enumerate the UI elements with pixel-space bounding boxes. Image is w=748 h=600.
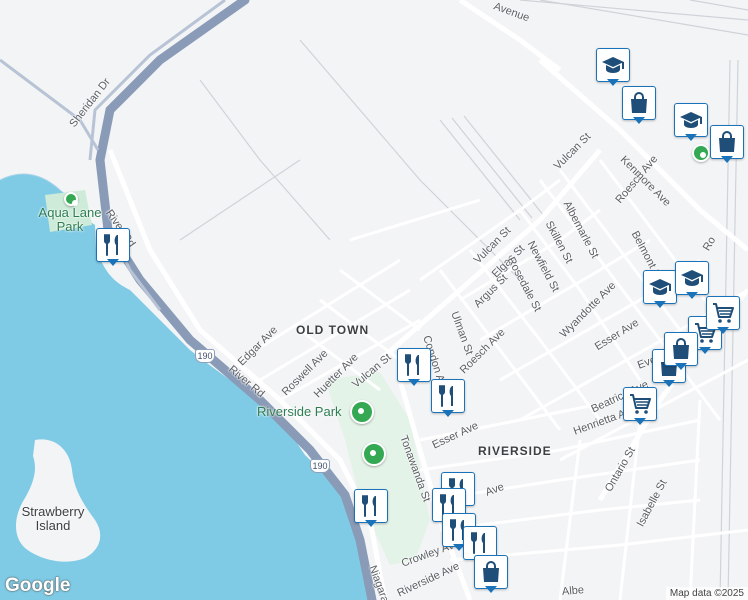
street-label: Albe — [561, 584, 585, 598]
park-icon[interactable] — [362, 442, 386, 466]
shopping-pin[interactable] — [474, 555, 508, 595]
restaurant-icon — [397, 348, 431, 382]
restaurant-icon — [354, 489, 388, 523]
shopping-bag-icon — [710, 125, 744, 159]
school-pin[interactable] — [675, 261, 709, 301]
shopping-pin[interactable] — [710, 125, 744, 165]
shopping-pin[interactable] — [664, 332, 698, 372]
park-icon[interactable] — [350, 400, 374, 424]
school-icon — [674, 103, 708, 137]
shopping-bag-icon — [664, 332, 698, 366]
place-icon[interactable] — [692, 144, 710, 162]
restaurant-icon — [431, 379, 465, 413]
grocery-pin[interactable] — [706, 296, 740, 336]
i190-shield: 190 — [195, 349, 215, 363]
restaurant-pin[interactable] — [96, 228, 130, 268]
restaurant-pin[interactable] — [397, 348, 431, 388]
neighborhood-label: RIVERSIDE — [478, 444, 552, 458]
school-pin[interactable] — [596, 48, 630, 88]
shopping-bag-icon — [474, 555, 508, 589]
island-label: Strawberry Island — [21, 504, 85, 533]
school-pin[interactable] — [643, 270, 677, 310]
school-icon — [675, 261, 709, 295]
shopping-bag-icon — [622, 86, 656, 120]
shopping-cart-icon — [706, 296, 740, 330]
i190-shield: 190 — [310, 459, 330, 473]
shopping-cart-icon — [623, 387, 657, 421]
restaurant-pin[interactable] — [354, 489, 388, 529]
park-label: Aqua Lane Park — [38, 205, 102, 234]
school-pin[interactable] — [674, 103, 708, 143]
shopping-pin[interactable] — [622, 86, 656, 126]
school-icon — [596, 48, 630, 82]
park-icon[interactable] — [64, 192, 78, 206]
neighborhood-label: OLD TOWN — [296, 323, 370, 337]
map-attribution: Map data ©2025 — [665, 587, 748, 600]
school-icon — [643, 270, 677, 304]
google-logo: Google — [5, 575, 71, 596]
park-label: Riverside Park — [257, 404, 342, 419]
restaurant-icon — [96, 228, 130, 262]
grocery-pin[interactable] — [623, 387, 657, 427]
restaurant-pin[interactable] — [431, 379, 465, 419]
map-canvas[interactable]: 190 190 OLD TOWN RIVERSIDE Aqua Lane Par… — [0, 0, 748, 600]
